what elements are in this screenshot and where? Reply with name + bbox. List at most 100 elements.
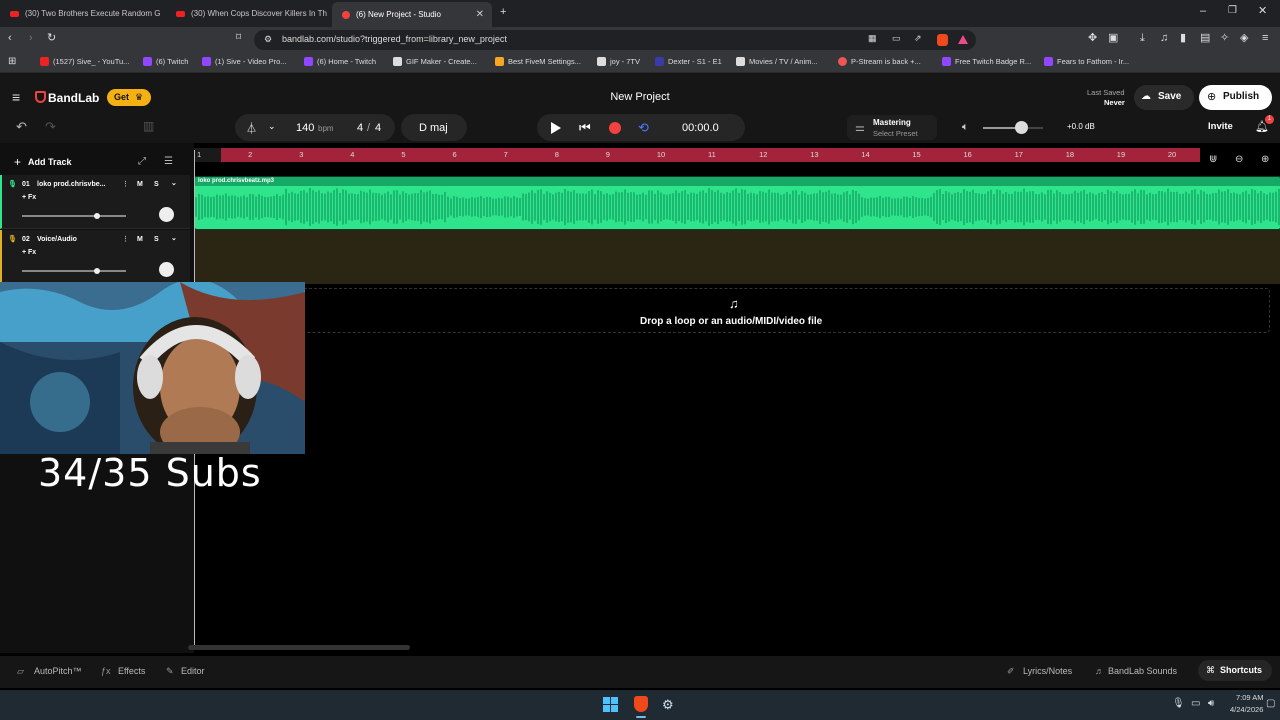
menu-icon[interactable]: ≡ — [1262, 33, 1268, 44]
hamburger-menu-icon[interactable]: ≡ — [12, 90, 20, 104]
add-track-button[interactable]: Add Track — [28, 157, 72, 167]
notifications-tray-icon[interactable]: ▢ — [1266, 698, 1275, 709]
bookmark-item[interactable]: (1) Sive - Video Pro... — [202, 57, 287, 66]
piano-icon[interactable]: ▥ — [143, 120, 154, 132]
bookmark-icon[interactable]: ⌑ — [236, 33, 241, 43]
track-name[interactable]: loko prod.chrisvbe... — [37, 181, 105, 188]
solo-button[interactable]: S — [154, 181, 159, 188]
solo-button[interactable]: S — [154, 236, 159, 243]
more-icon[interactable]: ⋮ — [122, 180, 129, 188]
rewards-icon[interactable] — [958, 35, 968, 44]
record-icon[interactable] — [609, 122, 621, 134]
more-icon[interactable]: ⋮ — [122, 235, 129, 243]
get-button[interactable]: Get ♛ — [107, 89, 151, 106]
automation-icon[interactable]: ⤢ — [138, 156, 146, 167]
mute-button[interactable]: M — [137, 236, 143, 243]
chevron-down-icon[interactable]: ⌄ — [171, 179, 177, 187]
track-settings-icon[interactable]: ☰ — [164, 156, 173, 167]
master-volume-slider[interactable] — [983, 121, 1043, 134]
shortcuts-button[interactable]: ⌘ Shortcuts — [1198, 660, 1272, 681]
fx-button[interactable]: + Fx — [22, 194, 36, 201]
microphone-tray-icon[interactable]: 🎙︎ — [1172, 698, 1185, 709]
bookmark-item[interactable]: Fears to Fathom - Ir... — [1044, 57, 1129, 66]
horizontal-scrollbar[interactable] — [188, 645, 410, 650]
tempo-value[interactable]: 140 — [296, 122, 314, 134]
reload-icon[interactable]: ↻ — [47, 33, 56, 44]
track-volume-slider[interactable] — [22, 213, 126, 219]
new-tab-icon[interactable]: + — [500, 7, 506, 18]
site-info-icon[interactable]: ⚙ — [264, 35, 272, 44]
bookmark-item[interactable]: (6) Home - Twitch — [304, 57, 376, 66]
clock-date[interactable]: 4/24/2026 — [1230, 705, 1263, 714]
restore-icon[interactable]: ❐ — [1228, 6, 1237, 16]
apps-grid-icon[interactable]: ⊞ — [8, 57, 16, 67]
key-selector[interactable]: D maj — [401, 114, 467, 141]
mute-button[interactable]: M — [137, 181, 143, 188]
bookmark-item[interactable]: P-Stream is back +... — [838, 57, 921, 66]
time-signature-numerator[interactable]: 4 — [357, 122, 363, 134]
time-signature-denominator[interactable]: 4 — [375, 122, 381, 134]
loop-icon[interactable]: ⟲ — [638, 120, 649, 136]
back-icon[interactable]: ‹ — [8, 33, 12, 44]
mastering-button[interactable]: ⚌ Mastering Select Preset — [847, 115, 937, 140]
volume-handle[interactable] — [93, 268, 100, 274]
play-icon[interactable] — [551, 122, 561, 134]
project-title[interactable]: New Project — [610, 91, 669, 103]
bandlab-sounds-button[interactable]: BandLab Sounds — [1108, 666, 1177, 676]
magnet-icon[interactable]: ⋓ — [1209, 155, 1217, 165]
close-window-icon[interactable]: ✕ — [1258, 6, 1267, 17]
track-row[interactable]: 🎙︎ 02 Voice/Audio ⋮ M S ⌄ + Fx — [0, 230, 190, 284]
lyrics-notes-button[interactable]: Lyrics/Notes — [1023, 666, 1072, 676]
close-tab-icon[interactable]: ✕ — [476, 9, 484, 20]
clock-time[interactable]: 7:09 AM — [1236, 693, 1264, 702]
download-icon[interactable]: ⤓ — [1140, 33, 1145, 44]
audio-clip[interactable]: loko prod.chrisvbeatz.mp3 — [195, 177, 1280, 229]
bookmark-item[interactable]: Dexter - S1 - E1 — [655, 57, 722, 66]
reader-icon[interactable]: ▣ — [1108, 33, 1118, 44]
browser-tab[interactable]: (30) When Cops Discover Killers In Th — [166, 4, 330, 23]
effects-button[interactable]: Effects — [118, 666, 145, 676]
volume-handle[interactable] — [93, 213, 100, 219]
track-name[interactable]: Voice/Audio — [37, 236, 77, 243]
brave-browser-icon[interactable] — [634, 696, 648, 712]
editor-button[interactable]: Editor — [181, 666, 205, 676]
chevron-down-icon[interactable]: ⌄ — [171, 234, 177, 242]
steam-icon[interactable]: ⚙ — [662, 697, 674, 713]
publish-button[interactable]: ⊕ Publish — [1199, 85, 1272, 110]
fx-button[interactable]: + Fx — [22, 249, 36, 256]
browser-tab-active[interactable]: (6) New Project - Studio ✕ — [332, 2, 492, 27]
autopitch-button[interactable]: AutoPitch™ — [34, 666, 82, 676]
forward-icon[interactable]: › — [29, 33, 33, 44]
leo-icon[interactable]: ✧ — [1220, 33, 1229, 44]
undo-icon[interactable]: ↶ — [16, 120, 27, 133]
minimize-icon[interactable]: – — [1200, 6, 1206, 17]
bookmark-item[interactable]: Best FiveM Settings... — [495, 57, 581, 66]
zoom-out-icon[interactable]: ⊖ — [1235, 155, 1243, 165]
zoom-in-icon[interactable]: ⊕ — [1261, 155, 1269, 165]
media-icon[interactable]: ♫ — [1160, 33, 1168, 44]
bookmark-item[interactable]: (1527) Sive_ - YouTu... — [40, 57, 129, 66]
sidebar-icon[interactable]: ▮ — [1180, 33, 1186, 44]
speaker-icon[interactable]: 🔈︎ — [962, 121, 969, 134]
brave-shield-icon[interactable] — [937, 34, 948, 46]
url-field[interactable]: ⚙ bandlab.com/studio?triggered_from=libr… — [254, 30, 976, 50]
volume-tray-icon[interactable]: 🔊︎ — [1208, 698, 1214, 709]
track-lane[interactable] — [194, 230, 1280, 284]
skip-to-start-icon[interactable]: ⏮ — [579, 120, 591, 136]
bookmark-item[interactable]: joy - 7TV — [597, 57, 640, 66]
translate-icon[interactable]: ▦ — [868, 34, 877, 43]
bookmark-item[interactable]: Free Twitch Badge R... — [942, 57, 1031, 66]
pan-knob[interactable] — [159, 262, 174, 277]
vpn-icon[interactable]: ◈ — [1240, 33, 1248, 44]
windows-start-icon[interactable] — [603, 697, 619, 713]
metronome-icon[interactable]: ⏃ — [246, 120, 257, 136]
cast-icon[interactable]: ▭ — [892, 34, 901, 43]
track-volume-slider[interactable] — [22, 268, 126, 274]
wallet-icon[interactable]: ▤ — [1200, 33, 1210, 44]
master-volume-knob[interactable] — [1014, 121, 1028, 134]
bookmark-item[interactable]: Movies / TV / Anim... — [736, 57, 818, 66]
share-icon[interactable]: ⇗ — [914, 34, 922, 43]
invite-button[interactable]: Invite — [1208, 121, 1233, 132]
track-row[interactable]: 🎙︎ 01 loko prod.chrisvbe... ⋮ M S ⌄ + Fx — [0, 175, 190, 229]
redo-icon[interactable]: ↷ — [45, 120, 56, 133]
